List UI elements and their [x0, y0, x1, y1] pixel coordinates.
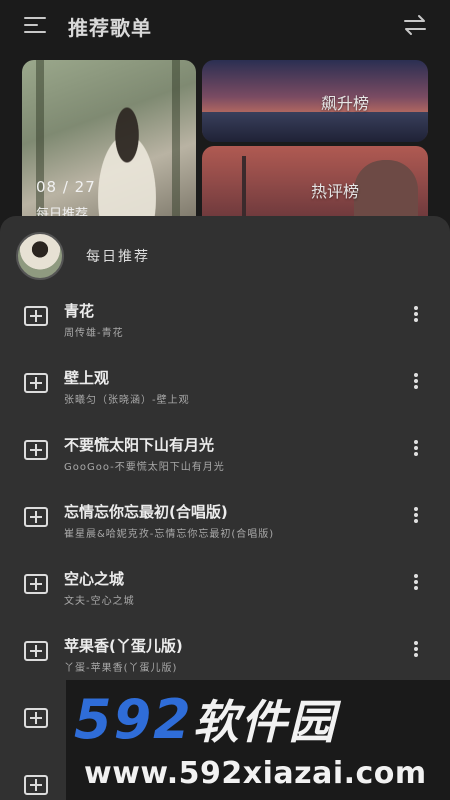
- song-title: 空心之城: [64, 570, 125, 588]
- song-title: 不要慌太阳下山有月光: [64, 436, 215, 454]
- hot-comment-chart-label: 热评榜: [310, 182, 359, 201]
- more-vertical-icon[interactable]: [406, 438, 426, 462]
- more-vertical-icon[interactable]: [406, 304, 426, 328]
- add-icon[interactable]: [24, 507, 48, 527]
- page-title: 推荐歌单: [68, 16, 152, 40]
- song-row[interactable]: 壁上观 张曦匀（张晓涵）-壁上观: [0, 361, 450, 428]
- watermark-logo: 592软件园 www.592xiazai.com: [66, 680, 450, 800]
- playlist-title: 每日推荐: [86, 249, 150, 265]
- song-subtitle: GooGoo-不要慌太阳下山有月光: [64, 462, 225, 473]
- add-icon[interactable]: [24, 440, 48, 460]
- song-row[interactable]: 青花 周传雄-青花: [0, 294, 450, 361]
- song-title: 苹果香(丫蛋儿版): [64, 637, 183, 655]
- song-subtitle: 文夫-空心之城: [64, 596, 135, 607]
- song-subtitle: 张曦匀（张晓涵）-壁上观: [64, 395, 190, 406]
- date-label: 08 / 27: [36, 178, 96, 196]
- song-title: 壁上观: [64, 369, 110, 387]
- add-icon[interactable]: [24, 708, 48, 728]
- more-vertical-icon[interactable]: [406, 371, 426, 395]
- song-title: 忘情忘你忘最初(合唱版): [64, 503, 228, 521]
- add-icon[interactable]: [24, 574, 48, 594]
- song-row[interactable]: 不要慌太阳下山有月光 GooGoo-不要慌太阳下山有月光: [0, 428, 450, 495]
- more-vertical-icon[interactable]: [406, 505, 426, 529]
- more-vertical-icon[interactable]: [406, 639, 426, 663]
- add-icon[interactable]: [24, 775, 48, 795]
- song-subtitle: 丫蛋-苹果香(丫蛋儿版): [64, 663, 178, 674]
- watermark-brand-text: 软件园: [192, 695, 337, 749]
- rising-chart-card[interactable]: 飙升榜: [202, 60, 428, 142]
- song-row[interactable]: 忘情忘你忘最初(合唱版) 崔星晨&哈妮克孜-忘情忘你忘最初(合唱版): [0, 495, 450, 562]
- song-subtitle: 周传雄-青花: [64, 328, 124, 339]
- watermark-url: www.592xiazai.com: [84, 756, 427, 791]
- top-bar: 推荐歌单: [0, 0, 450, 52]
- song-row[interactable]: 空心之城 文夫-空心之城: [0, 562, 450, 629]
- daily-recommend-card[interactable]: 08 / 27 每日推荐: [22, 60, 196, 240]
- watermark-brand: 592软件园: [74, 690, 337, 752]
- playlist-avatar: [16, 232, 64, 280]
- song-title: 青花: [64, 302, 95, 320]
- add-icon[interactable]: [24, 306, 48, 326]
- swap-icon[interactable]: [402, 14, 428, 36]
- song-subtitle: 崔星晨&哈妮克孜-忘情忘你忘最初(合唱版): [64, 529, 275, 540]
- rising-chart-label: 飙升榜: [320, 94, 369, 113]
- add-icon[interactable]: [24, 373, 48, 393]
- more-vertical-icon[interactable]: [406, 572, 426, 596]
- menu-icon[interactable]: [24, 17, 46, 33]
- watermark-number: 592: [74, 688, 193, 751]
- playlist-header: 每日推荐: [16, 232, 150, 280]
- add-icon[interactable]: [24, 641, 48, 661]
